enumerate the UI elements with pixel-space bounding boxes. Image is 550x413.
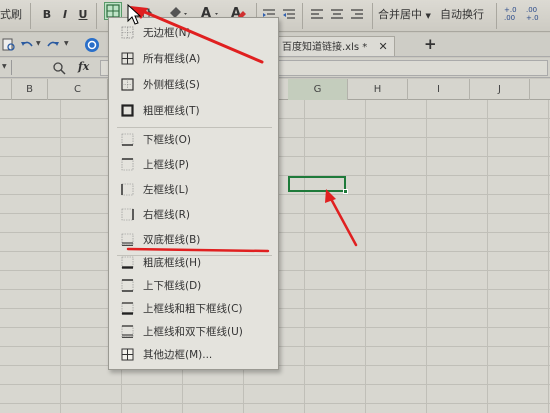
- increase-decimal-button[interactable]: +.0 .00: [504, 6, 520, 28]
- align-left-button[interactable]: [310, 4, 326, 26]
- workbook-tab-label: 百度知道链接.xls *: [282, 42, 368, 53]
- column-header-b[interactable]: B: [12, 79, 48, 100]
- menu-item-top-border[interactable]: 上框线(P): [109, 154, 280, 176]
- ribbon-separator: [372, 3, 373, 29]
- outdent-button[interactable]: [282, 4, 298, 26]
- outside-borders-icon: [121, 78, 134, 91]
- menu-item-right-border[interactable]: 右框线(R): [109, 204, 280, 226]
- thick-box-border-icon: [121, 104, 134, 117]
- chevron-down-icon[interactable]: ▼: [36, 40, 41, 47]
- merge-center-button[interactable]: 合并居中 ▼: [378, 4, 431, 26]
- italic-button[interactable]: I: [58, 4, 72, 26]
- menu-item-top-thick-bottom-border[interactable]: 上框线和粗下框线(C): [109, 298, 280, 320]
- menu-item-label: 上框线和双下框线(U): [143, 326, 243, 338]
- menu-item-label: 上下框线(D): [143, 280, 202, 292]
- double-bottom-border-icon: [121, 233, 134, 246]
- menu-item-thick-bottom-border[interactable]: 粗底框线(H): [109, 252, 280, 274]
- ribbon-separator: [30, 3, 31, 29]
- chevron-down-icon: ▼: [2, 63, 7, 70]
- menu-item-left-border[interactable]: 左框线(L): [109, 179, 280, 201]
- menu-item-label: 上框线和粗下框线(C): [143, 303, 243, 315]
- more-borders-icon: [121, 348, 134, 361]
- menu-item-no-border[interactable]: 无边框(N): [109, 22, 280, 44]
- name-box[interactable]: ▼: [0, 60, 12, 75]
- align-left-icon: [311, 9, 323, 19]
- thick-bottom-border-icon: [121, 256, 134, 269]
- menu-item-bottom-border[interactable]: 下框线(O): [109, 129, 280, 151]
- align-center-button[interactable]: [330, 4, 346, 26]
- app-logo-icon[interactable]: [84, 37, 100, 53]
- menu-item-label: 上框线(P): [143, 159, 190, 171]
- align-right-button[interactable]: [350, 4, 366, 26]
- underline-button[interactable]: U: [76, 4, 90, 26]
- menu-item-outside-borders[interactable]: 外侧框线(S): [109, 74, 280, 96]
- column-header-i[interactable]: I: [408, 79, 470, 100]
- ribbon-separator: [96, 3, 97, 29]
- print-preview-icon[interactable]: [2, 38, 16, 52]
- menu-item-label: 无边框(N): [143, 27, 191, 39]
- menu-item-all-borders[interactable]: 所有框线(A): [109, 48, 280, 70]
- outdent-icon: [283, 9, 295, 19]
- all-borders-icon: [121, 52, 134, 65]
- no-border-icon: [121, 26, 134, 39]
- bold-button[interactable]: B: [40, 4, 54, 26]
- menu-separator: [117, 127, 272, 128]
- top-thick-bottom-border-icon: [121, 302, 134, 315]
- wrap-text-button[interactable]: 自动换行: [440, 4, 484, 26]
- workbook-tab[interactable]: 百度知道链接.xls * ✕: [275, 36, 395, 56]
- fill-handle[interactable]: [343, 189, 348, 194]
- top-border-icon: [121, 158, 134, 171]
- ribbon-separator: [496, 3, 497, 29]
- menu-item-label: 双底框线(B): [143, 234, 201, 246]
- selected-cell[interactable]: [288, 176, 348, 194]
- chevron-down-icon[interactable]: ▼: [64, 40, 69, 47]
- bottom-border-icon: [121, 133, 134, 146]
- new-tab-button[interactable]: +: [424, 35, 437, 53]
- decrease-decimal-label: .00 +.0: [526, 6, 539, 22]
- menu-item-label: 所有框线(A): [143, 53, 201, 65]
- column-header-g[interactable]: G: [288, 79, 348, 100]
- left-border-icon: [121, 183, 134, 196]
- undo-icon[interactable]: [20, 38, 34, 52]
- menu-item-double-bottom-border[interactable]: 双底框线(B): [109, 229, 280, 251]
- right-border-icon: [121, 208, 134, 221]
- menu-item-label: 其他边框(M)...: [143, 349, 213, 361]
- menu-item-top-bottom-border[interactable]: 上下框线(D): [109, 275, 280, 297]
- redo-icon[interactable]: [46, 38, 60, 52]
- align-right-icon: [351, 9, 363, 19]
- menu-item-top-double-bottom-border[interactable]: 上框线和双下框线(U): [109, 321, 280, 343]
- column-header-h[interactable]: H: [348, 79, 408, 100]
- menu-item-more-borders[interactable]: 其他边框(M)...: [109, 344, 280, 366]
- chevron-down-icon: ▼: [425, 12, 431, 20]
- menu-item-label: 外侧框线(S): [143, 79, 200, 91]
- decrease-decimal-button[interactable]: .00 +.0: [526, 6, 542, 28]
- increase-decimal-label: +.0 .00: [504, 6, 517, 22]
- top-double-bottom-border-icon: [121, 325, 134, 338]
- zoom-icon[interactable]: [52, 61, 66, 75]
- menu-item-label: 粗匣框线(T): [143, 105, 200, 117]
- column-header-c[interactable]: C: [48, 79, 108, 100]
- insert-function-button[interactable]: fx: [78, 60, 89, 73]
- ribbon-separator: [302, 3, 303, 29]
- menu-item-label: 左框线(L): [143, 184, 189, 196]
- menu-item-label: 下框线(O): [143, 134, 191, 146]
- select-all-corner[interactable]: [0, 79, 12, 100]
- border-dropdown-menu: 无边框(N) 所有框线(A) 外侧框线(S) 粗匣框线(T) 下框线(O) 上框…: [108, 17, 279, 370]
- menu-item-label: 粗底框线(H): [143, 257, 202, 269]
- align-center-icon: [331, 9, 343, 19]
- merge-center-label: 合并居中: [378, 8, 422, 21]
- menu-item-thick-box-border[interactable]: 粗匣框线(T): [109, 100, 280, 122]
- format-painter-button[interactable]: 式刷: [0, 4, 22, 26]
- menu-item-label: 右框线(R): [143, 209, 190, 221]
- column-header-j[interactable]: J: [470, 79, 530, 100]
- close-icon[interactable]: ✕: [378, 40, 387, 53]
- top-bottom-border-icon: [121, 279, 134, 292]
